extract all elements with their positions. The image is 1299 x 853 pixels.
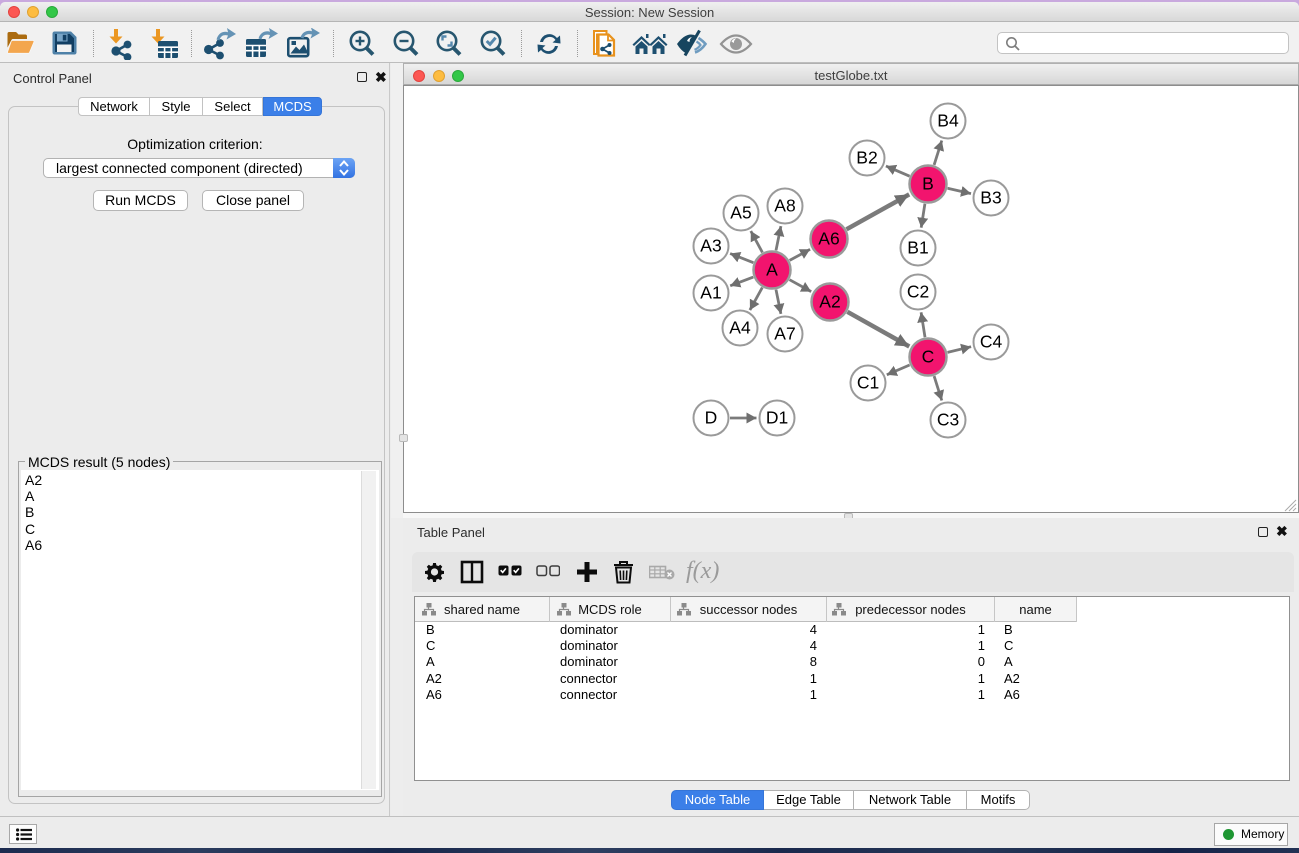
svg-text:C3: C3 [937, 410, 959, 430]
svg-text:D: D [705, 408, 718, 428]
svg-text:A5: A5 [730, 203, 751, 223]
svg-text:A1: A1 [700, 283, 721, 303]
svg-text:C1: C1 [857, 373, 879, 393]
svg-text:B1: B1 [907, 238, 928, 258]
svg-text:A: A [766, 260, 778, 280]
svg-text:B3: B3 [980, 188, 1001, 208]
svg-text:B4: B4 [937, 111, 959, 131]
svg-text:C4: C4 [980, 332, 1003, 352]
svg-text:A8: A8 [774, 196, 795, 216]
svg-text:A7: A7 [774, 324, 795, 344]
svg-text:C: C [922, 347, 935, 367]
svg-text:A3: A3 [700, 236, 721, 256]
svg-text:A6: A6 [818, 229, 839, 249]
svg-text:B: B [922, 174, 934, 194]
svg-text:B2: B2 [856, 148, 877, 168]
svg-text:A4: A4 [729, 318, 751, 338]
svg-text:D1: D1 [766, 408, 788, 428]
svg-text:A2: A2 [819, 292, 840, 312]
svg-text:C2: C2 [907, 282, 929, 302]
